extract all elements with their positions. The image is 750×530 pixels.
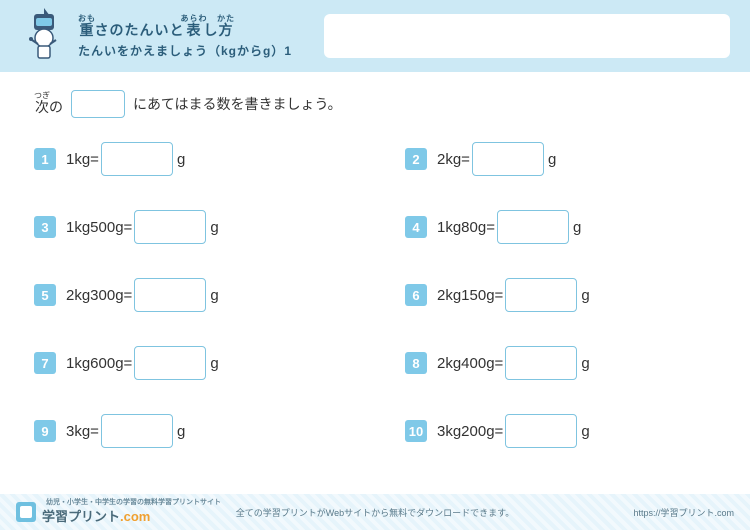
footer-center-text: 全ての学習プリントがWebサイトから無料でダウンロードできます。 [236, 506, 514, 519]
header-titles: 重おもさのたんいと表あらわし方かた たんいをかえましょう（kgからg）1 [78, 14, 292, 59]
answer-box[interactable] [101, 142, 173, 176]
problem-expression: 2kg300g= [66, 287, 132, 304]
problem-unit: g [177, 423, 185, 440]
problem-number-badge: 3 [34, 216, 56, 238]
problem-row: 7 1kg600g= g [34, 346, 345, 380]
problem-number-badge: 7 [34, 352, 56, 374]
problem-row: 3 1kg500g= g [34, 210, 345, 244]
problem-unit: g [210, 287, 218, 304]
problem-row: 4 1kg80g= g [405, 210, 716, 244]
footer-brand: 学習プリント [42, 509, 120, 524]
worksheet-content: 次つぎの にあてはまる数を書きましょう。 1 1kg= g 2 2kg= g 3 1kg500… [0, 72, 750, 458]
answer-box[interactable] [101, 414, 173, 448]
problem-number-badge: 10 [405, 420, 427, 442]
problem-expression: 1kg80g= [437, 219, 495, 236]
answer-box[interactable] [134, 210, 206, 244]
footer-tagline: 幼児・小学生・中学生の学習の無料学習プリントサイト [46, 499, 221, 507]
problem-number-badge: 8 [405, 352, 427, 374]
problem-row: 6 2kg150g= g [405, 278, 716, 312]
problem-number-badge: 4 [405, 216, 427, 238]
answer-box[interactable] [134, 346, 206, 380]
problem-expression: 2kg400g= [437, 355, 503, 372]
footer-logo-icon [16, 502, 36, 522]
problem-unit: g [573, 219, 581, 236]
problem-unit: g [581, 355, 589, 372]
problem-number-badge: 9 [34, 420, 56, 442]
footer-url: https://学習プリント.com [633, 506, 734, 519]
problem-unit: g [581, 287, 589, 304]
answer-box[interactable] [472, 142, 544, 176]
answer-box[interactable] [505, 414, 577, 448]
problem-expression: 1kg500g= [66, 219, 132, 236]
worksheet-footer: 幼児・小学生・中学生の学習の無料学習プリントサイト 学習プリント.com 全ての… [0, 494, 750, 530]
name-input-box[interactable] [324, 14, 730, 58]
problem-expression: 2kg= [437, 151, 470, 168]
problem-row: 2 2kg= g [405, 142, 716, 176]
problem-number-badge: 6 [405, 284, 427, 306]
answer-box[interactable] [505, 346, 577, 380]
instruction-suffix: にあてはまる数を書きましょう。 [133, 94, 342, 114]
problem-row: 5 2kg300g= g [34, 278, 345, 312]
problem-row: 8 2kg400g= g [405, 346, 716, 380]
worksheet-title: 重おもさのたんいと表あらわし方かた [78, 14, 292, 40]
worksheet-subtitle: たんいをかえましょう（kgからg）1 [78, 42, 292, 59]
answer-box[interactable] [134, 278, 206, 312]
answer-box[interactable] [497, 210, 569, 244]
problem-row: 1 1kg= g [34, 142, 345, 176]
problem-unit: g [177, 151, 185, 168]
instruction-blank-box [71, 90, 125, 118]
mascot-icon [20, 8, 66, 64]
footer-logo: 幼児・小学生・中学生の学習の無料学習プリントサイト 学習プリント.com [16, 499, 221, 526]
problem-expression: 3kg200g= [437, 423, 503, 440]
worksheet-header: 重おもさのたんいと表あらわし方かた たんいをかえましょう（kgからg）1 [0, 0, 750, 72]
problem-number-badge: 1 [34, 148, 56, 170]
problem-unit: g [548, 151, 556, 168]
problem-expression: 1kg= [66, 151, 99, 168]
problem-number-badge: 2 [405, 148, 427, 170]
problem-expression: 1kg600g= [66, 355, 132, 372]
problem-row: 10 3kg200g= g [405, 414, 716, 448]
problems-grid: 1 1kg= g 2 2kg= g 3 1kg500g= g 4 1kg80g= g 5 2kg300g=… [34, 142, 716, 448]
instruction-text: 次つぎの にあてはまる数を書きましょう。 [34, 90, 716, 118]
instruction-prefix: 次つぎの [34, 91, 63, 117]
problem-unit: g [210, 219, 218, 236]
problem-row: 9 3kg= g [34, 414, 345, 448]
problem-unit: g [210, 355, 218, 372]
problem-unit: g [581, 423, 589, 440]
answer-box[interactable] [505, 278, 577, 312]
footer-brand-suffix: .com [120, 509, 150, 524]
problem-number-badge: 5 [34, 284, 56, 306]
problem-expression: 3kg= [66, 423, 99, 440]
problem-expression: 2kg150g= [437, 287, 503, 304]
